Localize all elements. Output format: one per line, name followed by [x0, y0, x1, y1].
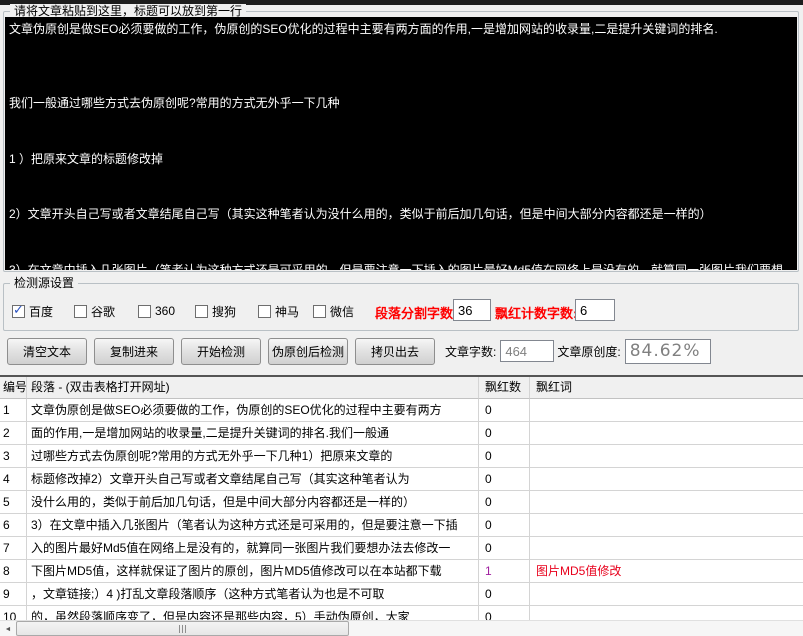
source-checkbox-2[interactable]: 谷歌	[74, 303, 115, 319]
table-row[interactable]: 5没什么用的，类似于前后加几句话，但是中间大部分内容都还是一样的）0	[0, 491, 803, 514]
originality-label: 文章原创度:	[557, 343, 620, 360]
paragraph-split-label: 段落分割字数:	[375, 303, 457, 322]
red-count-label: 飘红计数字数:	[495, 303, 577, 322]
red-word-cell: 图片MD5值修改	[530, 560, 803, 583]
red-count-cell: 0	[479, 514, 530, 537]
scroll-left-button[interactable]: ◄	[0, 621, 16, 636]
toolbar: 清空文本 复制进来 开始检测 伪原创后检测 拷贝出去 文章字数: 文章原创度: …	[7, 337, 803, 365]
row-number-cell: 3	[0, 445, 27, 468]
recheck-after-rewrite-button[interactable]: 伪原创后检测	[268, 338, 348, 365]
source-checkbox-5[interactable]: 神马	[258, 303, 299, 319]
table-row[interactable]: 8下图片MD5值，这样就保证了图片的原创，图片MD5值修改可以在本站都下载1图片…	[0, 560, 803, 583]
table-row[interactable]: 9，文章链接;）4 )打乱文章段落顺序（这种方式笔者认为也是不可取0	[0, 583, 803, 606]
red-word-cell	[530, 468, 803, 491]
red-count-cell: 0	[479, 583, 530, 606]
clear-text-button[interactable]: 清空文本	[7, 338, 87, 365]
source-checkbox-1[interactable]: ✓ 百度	[12, 303, 53, 319]
column-header-3[interactable]: 飘红数	[479, 377, 530, 399]
red-word-cell	[530, 445, 803, 468]
source-checkbox-label: 神马	[275, 303, 299, 320]
scrollbar-grip-icon	[179, 625, 187, 633]
copy-out-button[interactable]: 拷贝出去	[355, 338, 435, 365]
red-word-cell	[530, 399, 803, 422]
scrollbar-thumb[interactable]	[16, 621, 349, 636]
settings-group: 检测源设置 ✓百度谷歌360搜狗神马微信 段落分割字数: 飘红计数字数:	[3, 283, 799, 331]
paragraph-cell: 下图片MD5值，这样就保证了图片的原创，图片MD5值修改可以在本站都下载	[27, 560, 479, 583]
source-checkbox-label: 360	[155, 304, 175, 318]
row-number-cell: 4	[0, 468, 27, 491]
paragraph-cell: 3）在文章中插入几张图片（笔者认为这种方式还是可采用的，但是要注意一下插	[27, 514, 479, 537]
row-number-cell: 7	[0, 537, 27, 560]
word-count-field[interactable]	[500, 340, 554, 362]
column-header-2[interactable]: 段落 - (双击表格打开网址)	[27, 377, 479, 399]
source-checkbox-label: 微信	[330, 303, 354, 320]
checkbox-unchecked-icon[interactable]	[195, 305, 208, 318]
checkbox-unchecked-icon[interactable]	[313, 305, 326, 318]
table-row[interactable]: 3过哪些方式去伪原创呢?常用的方式无外乎一下几种1）把原来文章的0	[0, 445, 803, 468]
row-number-cell: 2	[0, 422, 27, 445]
paragraph-split-input[interactable]	[453, 299, 491, 321]
results-table: 编号段落 - (双击表格打开网址)飘红数飘红词 1文章伪原创是做SEO必须要做的…	[0, 375, 803, 636]
source-checkbox-6[interactable]: 微信	[313, 303, 354, 319]
table-row[interactable]: 2面的作用,一是增加网站的收录量,二是提升关键词的排名.我们一般通0	[0, 422, 803, 445]
table-header-row: 编号段落 - (双击表格打开网址)飘红数飘红词	[0, 377, 803, 399]
paragraph-cell: 入的图片最好Md5值在网络上是没有的，就算同一张图片我们要想办法去修改一	[27, 537, 479, 560]
red-count-cell: 0	[479, 537, 530, 560]
source-checkbox-3[interactable]: 360	[138, 303, 175, 319]
paragraph-cell: 过哪些方式去伪原创呢?常用的方式无外乎一下几种1）把原来文章的	[27, 445, 479, 468]
column-header-4[interactable]: 飘红词	[530, 377, 803, 399]
red-word-cell	[530, 422, 803, 445]
originality-value-box: 84.62%	[625, 339, 711, 364]
table-row[interactable]: 1文章伪原创是做SEO必须要做的工作，伪原创的SEO优化的过程中主要有两方0	[0, 399, 803, 422]
red-word-cell	[530, 491, 803, 514]
row-number-cell: 1	[0, 399, 27, 422]
row-number-cell: 5	[0, 491, 27, 514]
red-word-cell	[530, 514, 803, 537]
red-count-input[interactable]	[575, 299, 615, 321]
check-icon: ✓	[13, 302, 24, 318]
table-row[interactable]: 7入的图片最好Md5值在网络上是没有的，就算同一张图片我们要想办法去修改一0	[0, 537, 803, 560]
paste-group-label: 请将文章粘贴到这里，标题可以放到第一行	[10, 4, 246, 18]
source-checkbox-label: 搜狗	[212, 303, 236, 320]
checkbox-checked-icon[interactable]: ✓	[12, 305, 25, 318]
paragraph-cell: 面的作用,一是增加网站的收录量,二是提升关键词的排名.我们一般通	[27, 422, 479, 445]
copy-in-button[interactable]: 复制进来	[94, 338, 174, 365]
red-count-cell: 0	[479, 422, 530, 445]
row-number-cell: 8	[0, 560, 27, 583]
red-count-cell: 0	[479, 445, 530, 468]
source-checkbox-label: 百度	[29, 303, 53, 320]
scroll-left-icon: ◄	[5, 626, 12, 633]
article-textarea[interactable]: 文章伪原创是做SEO必须要做的工作，伪原创的SEO优化的过程中主要有两方面的作用…	[5, 17, 797, 270]
table-row[interactable]: 4标题修改掉2）文章开头自己写或者文章结尾自己写（其实这种笔者认为0	[0, 468, 803, 491]
settings-group-label: 检测源设置	[10, 276, 78, 290]
red-word-cell	[530, 537, 803, 560]
column-header-1[interactable]: 编号	[0, 377, 27, 399]
paragraph-cell: 标题修改掉2）文章开头自己写或者文章结尾自己写（其实这种笔者认为	[27, 468, 479, 491]
red-count-cell: 0	[479, 399, 530, 422]
row-number-cell: 6	[0, 514, 27, 537]
checkbox-unchecked-icon[interactable]	[74, 305, 87, 318]
horizontal-scrollbar[interactable]: ◄	[0, 620, 803, 636]
checkbox-unchecked-icon[interactable]	[138, 305, 151, 318]
paragraph-cell: 没什么用的，类似于前后加几句话，但是中间大部分内容都还是一样的）	[27, 491, 479, 514]
word-count-label: 文章字数:	[445, 343, 496, 360]
start-check-button[interactable]: 开始检测	[181, 338, 261, 365]
source-checkbox-label: 谷歌	[91, 303, 115, 320]
red-word-cell	[530, 583, 803, 606]
paragraph-cell: 文章伪原创是做SEO必须要做的工作，伪原创的SEO优化的过程中主要有两方	[27, 399, 479, 422]
red-count-cell: 1	[479, 560, 530, 583]
paragraph-cell: ，文章链接;）4 )打乱文章段落顺序（这种方式笔者认为也是不可取	[27, 583, 479, 606]
red-count-cell: 0	[479, 468, 530, 491]
source-checkbox-4[interactable]: 搜狗	[195, 303, 236, 319]
paste-group: 请将文章粘贴到这里，标题可以放到第一行 文章伪原创是做SEO必须要做的工作，伪原…	[3, 11, 799, 272]
red-count-cell: 0	[479, 491, 530, 514]
checkbox-unchecked-icon[interactable]	[258, 305, 271, 318]
row-number-cell: 9	[0, 583, 27, 606]
table-row[interactable]: 63）在文章中插入几张图片（笔者认为这种方式还是可采用的，但是要注意一下插0	[0, 514, 803, 537]
